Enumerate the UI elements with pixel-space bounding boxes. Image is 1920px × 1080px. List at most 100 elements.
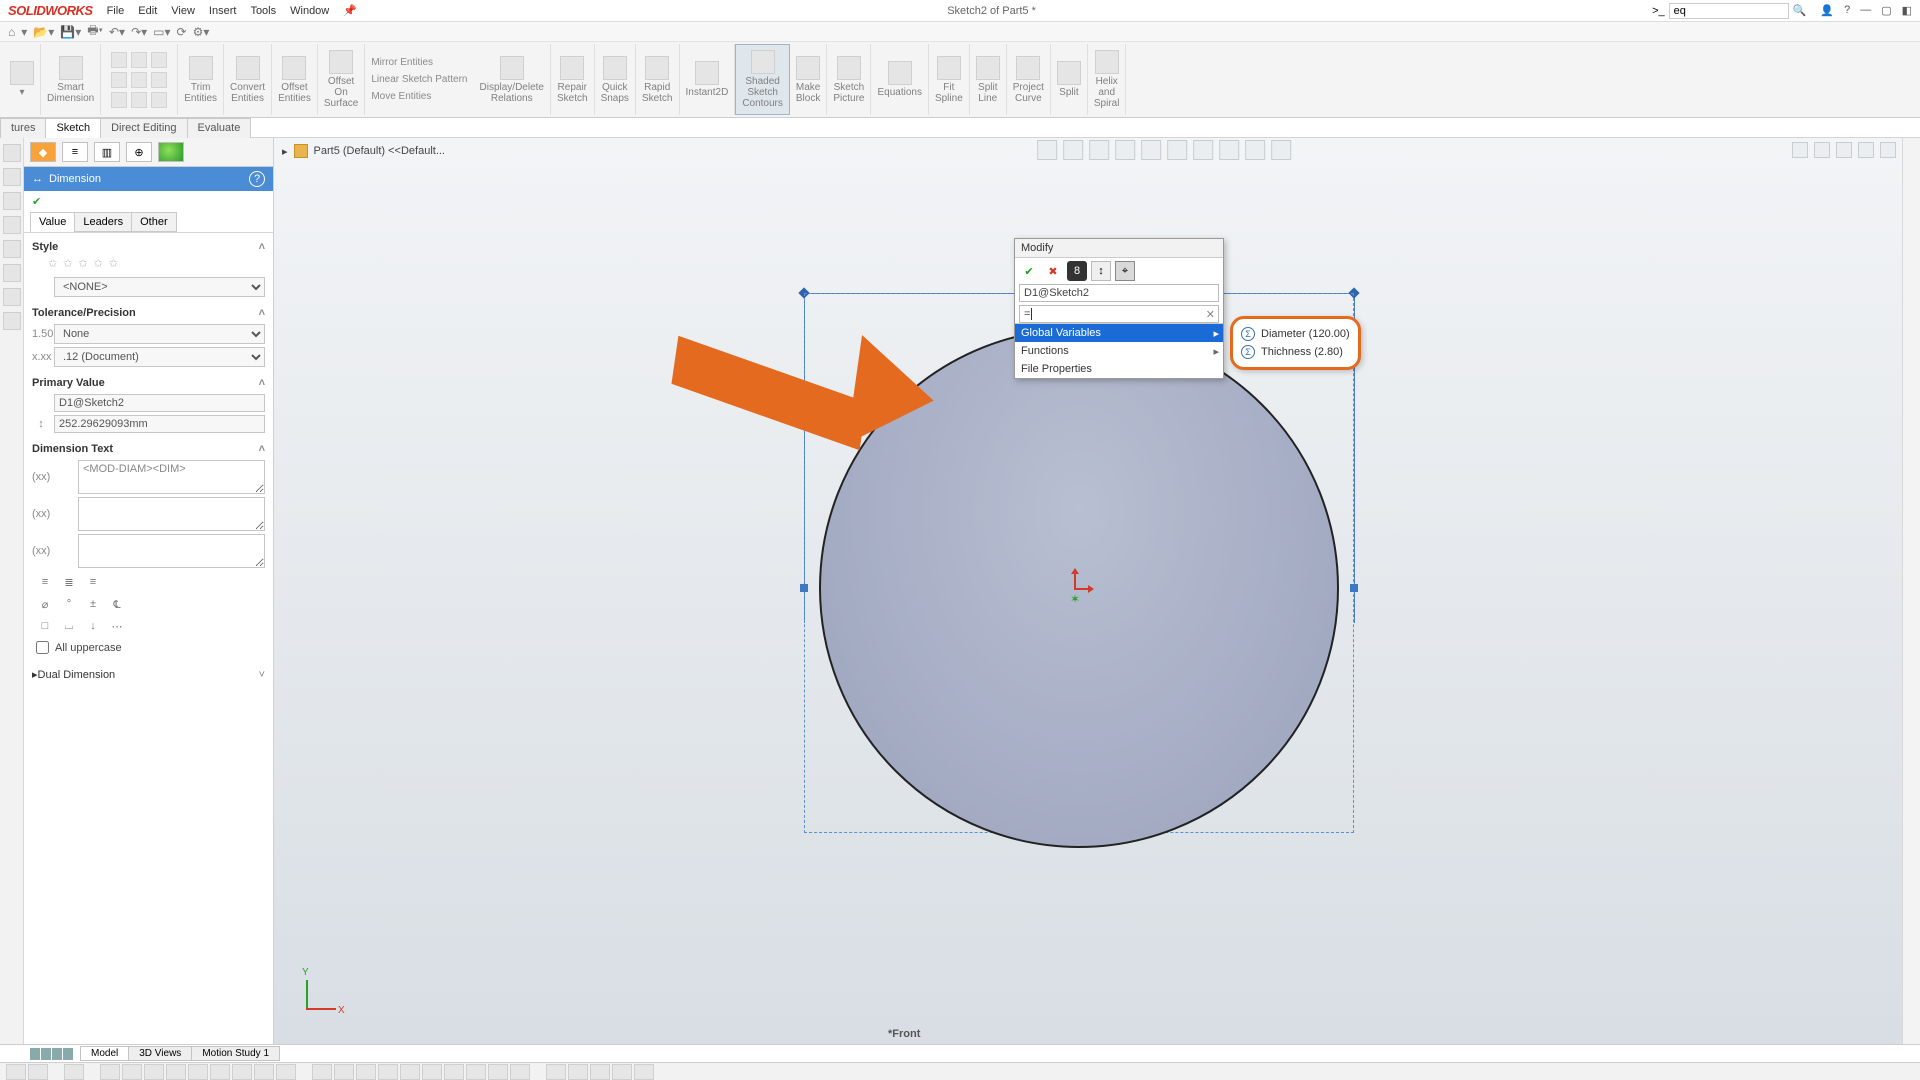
menu-window[interactable]: Window [290, 5, 329, 17]
menu-tools[interactable]: Tools [250, 5, 276, 17]
chevron-up-icon[interactable]: ˄ [259, 241, 265, 253]
zoom-fit-icon[interactable] [1037, 140, 1057, 160]
sb-s[interactable] [510, 1064, 530, 1080]
vp-close-icon[interactable] [1880, 142, 1896, 158]
ribbon-offset[interactable]: Offset Entities [272, 44, 318, 115]
chevron-up-icon[interactable]: ˄ [259, 443, 265, 455]
sb-e[interactable] [188, 1064, 208, 1080]
dimtext-input[interactable]: <MOD-DIAM><DIM> [78, 460, 265, 494]
ribbon-sketch-entities[interactable] [101, 44, 178, 115]
vp-min-icon[interactable] [1836, 142, 1852, 158]
tab-sketch[interactable]: Sketch [45, 118, 101, 138]
qa-select-icon[interactable]: ▭▾ [153, 25, 170, 39]
prop-tab-appearance-icon[interactable] [158, 142, 184, 162]
ribbon-convert[interactable]: Convert Entities [224, 44, 272, 115]
ribbon-linear-pattern[interactable]: Linear Sketch Pattern [371, 74, 467, 85]
left-tool-2[interactable] [3, 168, 21, 186]
style-select[interactable]: <NONE> [54, 277, 265, 297]
ribbon-split[interactable]: Split [1051, 44, 1088, 115]
sb-f[interactable] [210, 1064, 230, 1080]
vp-exit-sketch-icon[interactable] [1792, 142, 1808, 158]
display-style-icon[interactable] [1167, 140, 1187, 160]
dimtext-above-icon[interactable]: (xx) [32, 471, 50, 483]
command-search-input[interactable] [1669, 3, 1789, 19]
sb-r[interactable] [488, 1064, 508, 1080]
tab-scroll-icons[interactable] [30, 1048, 74, 1060]
primary-value-input[interactable] [54, 415, 265, 433]
ribbon-trim[interactable]: Trim Entities [178, 44, 224, 115]
tab-direct-editing[interactable]: Direct Editing [100, 118, 187, 138]
tree-expand-icon[interactable]: ▸ [282, 145, 288, 158]
sb-n[interactable] [400, 1064, 420, 1080]
chevron-up-icon[interactable]: ˄ [259, 377, 265, 389]
section-view-icon[interactable] [1115, 140, 1135, 160]
ribbon-helix[interactable]: Helix and Spiral [1088, 44, 1127, 115]
modify-name-field[interactable]: D1@Sketch2 [1019, 284, 1219, 302]
sb-t[interactable] [546, 1064, 566, 1080]
ribbon-move[interactable]: Move Entities [371, 91, 467, 102]
tab-features[interactable]: tures [0, 118, 46, 138]
section-style-title[interactable]: Style [32, 241, 58, 253]
sb-o[interactable] [422, 1064, 442, 1080]
dimtext-below-input[interactable] [78, 534, 265, 568]
dimtext-below-icon[interactable]: (xx) [32, 545, 50, 557]
bottom-tab-motion[interactable]: Motion Study 1 [191, 1046, 280, 1061]
style-favorite-icons[interactable]: ✩✩✩✩✩ [32, 255, 265, 274]
chevron-up-icon[interactable]: ˄ [259, 307, 265, 319]
modify-reverse-icon[interactable]: ↕ [1091, 261, 1111, 281]
feature-tree-breadcrumb[interactable]: ▸ Part5 (Default) <<Default... [282, 144, 445, 158]
user-icon[interactable]: 👤 [1820, 4, 1834, 17]
graphics-viewport[interactable]: ▸ Part5 (Default) <<Default... [274, 138, 1902, 1044]
left-tool-6[interactable] [3, 264, 21, 282]
sb-2[interactable] [28, 1064, 48, 1080]
global-var-diameter[interactable]: Σ Diameter (120.00) [1241, 325, 1350, 343]
minimize-icon[interactable]: — [1860, 4, 1871, 17]
qa-undo-icon[interactable]: ↶▾ [109, 25, 125, 39]
sub-tab-value[interactable]: Value [30, 212, 75, 232]
help-icon[interactable]: ? [1844, 4, 1850, 17]
all-uppercase-checkbox[interactable] [36, 641, 49, 654]
justify-center-icon[interactable]: ≣ [60, 574, 78, 590]
qa-print-icon[interactable]: 🖶▾ [87, 21, 103, 42]
property-ok-icon[interactable]: ✔ [24, 191, 273, 212]
left-tool-5[interactable] [3, 240, 21, 258]
sb-b[interactable] [122, 1064, 142, 1080]
ribbon-rapid-sketch[interactable]: Rapid Sketch [636, 44, 680, 115]
menu-view[interactable]: View [171, 5, 195, 17]
sb-v[interactable] [590, 1064, 610, 1080]
command-search[interactable]: >_ 🔍 [1652, 3, 1806, 19]
prop-tab-config-icon[interactable]: ▥ [94, 142, 120, 162]
ribbon-fit-spline[interactable]: Fit Spline [929, 44, 970, 115]
ribbon-split-line[interactable]: Split Line [970, 44, 1007, 115]
ribbon-offset-surface[interactable]: Offset On Surface [318, 44, 365, 115]
bottom-tab-model[interactable]: Model [80, 1046, 129, 1061]
bottom-tab-3dviews[interactable]: 3D Views [128, 1046, 192, 1061]
qa-options-icon[interactable]: ⚙▾ [193, 25, 210, 39]
sb-u[interactable] [568, 1064, 588, 1080]
global-var-thickness[interactable]: Σ Thichness (2.80) [1241, 343, 1350, 361]
restore-icon[interactable]: ▢ [1881, 4, 1891, 17]
left-tool-7[interactable] [3, 288, 21, 306]
modify-cancel-icon[interactable]: ✖ [1043, 261, 1063, 281]
left-tool-3[interactable] [3, 192, 21, 210]
qa-redo-icon[interactable]: ↷▾ [131, 25, 147, 39]
menu-functions[interactable]: Functions▸ [1015, 342, 1223, 360]
modify-thumbwheel-icon[interactable]: ⌖ [1115, 261, 1135, 281]
hide-show-icon[interactable] [1193, 140, 1213, 160]
prop-tab-dim-icon[interactable]: ⊕ [126, 142, 152, 162]
justify-right-icon[interactable]: ≡ [84, 574, 102, 590]
precision-select[interactable]: .12 (Document) [54, 347, 265, 367]
search-icon[interactable]: 🔍 [1793, 4, 1807, 17]
modify-equation-field[interactable]: = ✕ [1019, 305, 1219, 323]
sub-tab-leaders[interactable]: Leaders [74, 212, 132, 232]
modify-clear-icon[interactable]: ✕ [1206, 308, 1215, 321]
task-pane-gutter[interactable] [1902, 138, 1920, 1044]
sb-l[interactable] [356, 1064, 376, 1080]
sb-m[interactable] [378, 1064, 398, 1080]
ribbon-shaded-contours[interactable]: Shaded Sketch Contours [735, 44, 790, 115]
ribbon-project-curve[interactable]: Project Curve [1007, 44, 1051, 115]
prop-tab-feature-icon[interactable]: ◆ [30, 142, 56, 162]
qa-save-icon[interactable]: 💾▾ [60, 25, 81, 39]
symbol-degree-icon[interactable]: ° [60, 596, 78, 612]
circle-quadrant-right[interactable] [1350, 584, 1358, 592]
